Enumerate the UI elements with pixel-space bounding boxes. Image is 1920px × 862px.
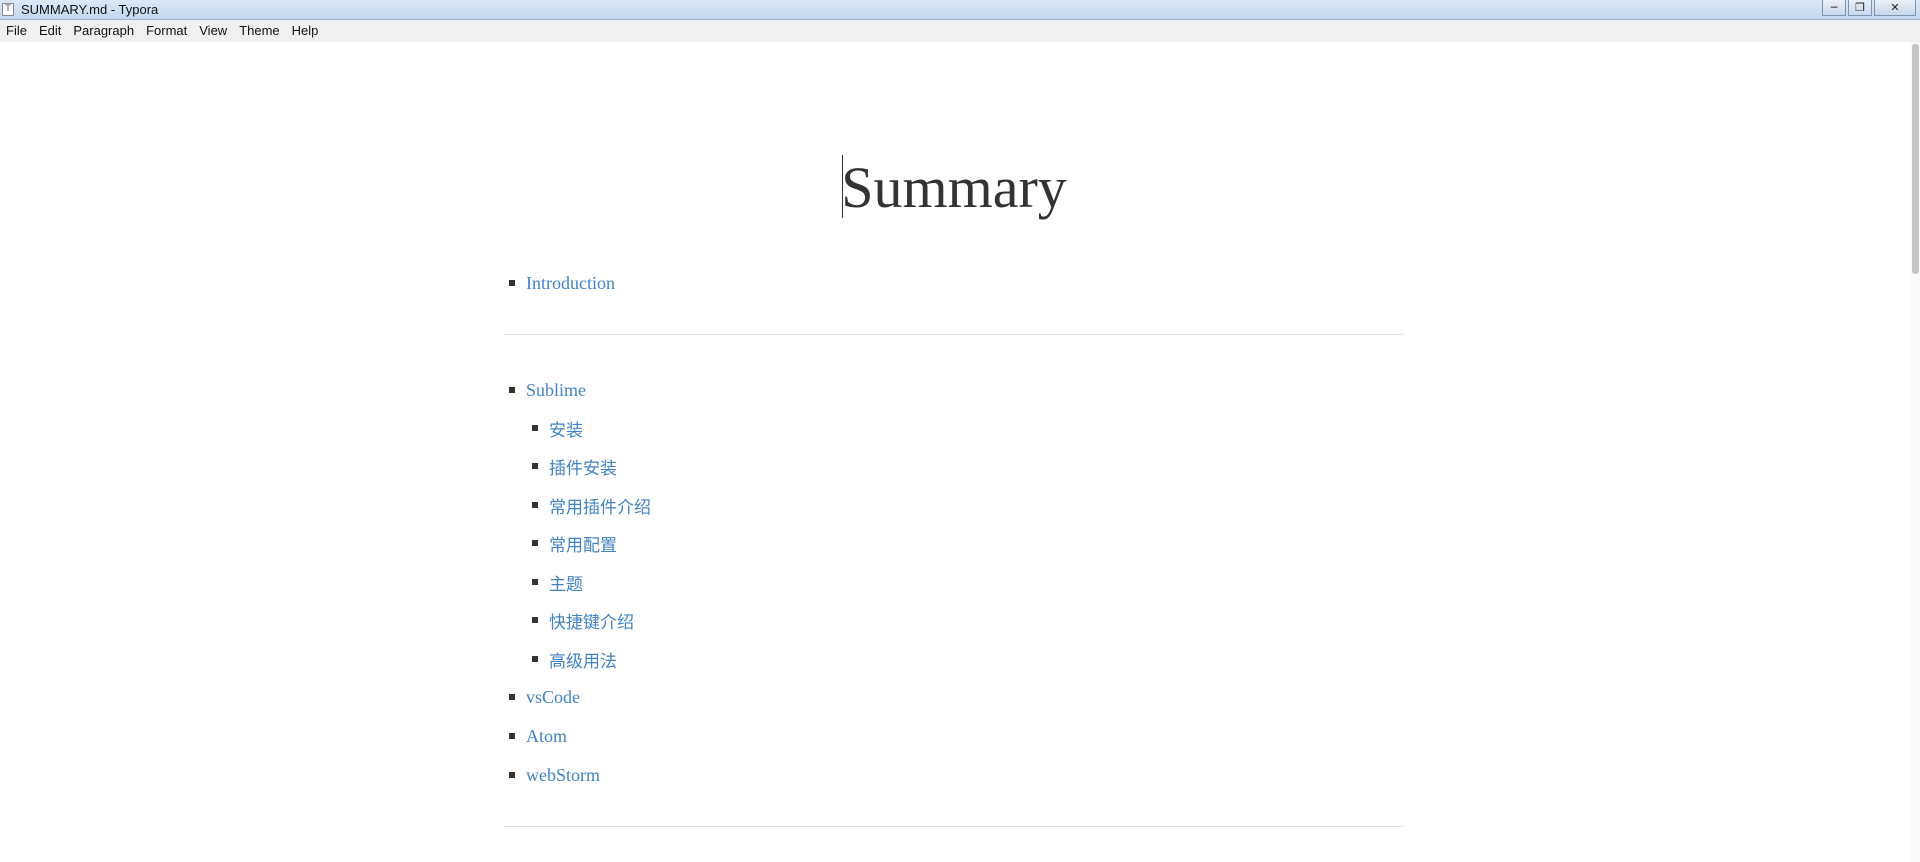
text-caret	[842, 155, 843, 218]
list-bullet	[532, 425, 538, 431]
menu-paragraph[interactable]: Paragraph	[67, 20, 140, 42]
horizontal-rule	[504, 334, 1404, 335]
list-item-theme: 主题	[532, 570, 583, 595]
link-atom[interactable]: Atom	[526, 726, 567, 747]
list-item-sublime: Sublime	[509, 378, 586, 402]
list-item-shortcuts: 快捷键介绍	[532, 608, 634, 633]
list-bullet	[509, 280, 515, 286]
scrollbar-thumb[interactable]	[1912, 44, 1919, 274]
window-title: SUMMARY.md - Typora	[21, 2, 159, 17]
link-vscode[interactable]: vsCode	[526, 687, 580, 708]
menu-format[interactable]: Format	[140, 20, 193, 42]
document-title[interactable]: Summary	[0, 148, 1908, 228]
link-install[interactable]: 安装	[549, 416, 583, 441]
menu-bar: File Edit Paragraph Format View Theme He…	[0, 20, 1920, 42]
link-webstorm[interactable]: webStorm	[526, 765, 600, 786]
list-item-common-plugins: 常用插件介绍	[532, 493, 651, 518]
list-item-vscode: vsCode	[509, 685, 580, 709]
link-shortcuts[interactable]: 快捷键介绍	[549, 608, 634, 633]
window-controls: ─ ❐ ✕	[1820, 0, 1916, 18]
list-bullet	[532, 502, 538, 508]
list-bullet	[532, 656, 538, 662]
menu-file[interactable]: File	[0, 20, 33, 42]
minimize-button[interactable]: ─	[1822, 0, 1846, 16]
horizontal-rule	[504, 826, 1404, 827]
link-common-plugins[interactable]: 常用插件介绍	[549, 493, 651, 518]
menu-view[interactable]: View	[193, 20, 233, 42]
link-advanced-usage[interactable]: 高级用法	[549, 647, 617, 672]
link-plugin-install[interactable]: 插件安装	[549, 454, 617, 479]
menu-theme[interactable]: Theme	[233, 20, 285, 42]
list-item-introduction: Introduction	[509, 271, 615, 295]
list-item-webstorm: webStorm	[509, 763, 600, 787]
typora-app-icon: T	[2, 3, 14, 16]
restore-button[interactable]: ❐	[1848, 0, 1872, 16]
list-bullet	[509, 387, 515, 393]
list-bullet	[532, 617, 538, 623]
list-bullet	[532, 579, 538, 585]
list-item-atom: Atom	[509, 724, 567, 748]
list-bullet	[509, 772, 515, 778]
list-item-plugin-install: 插件安装	[532, 454, 617, 479]
list-bullet	[532, 540, 538, 546]
list-item-advanced-usage: 高级用法	[532, 647, 617, 672]
list-item-install: 安装	[532, 416, 583, 441]
list-bullet	[509, 694, 515, 700]
window-titlebar[interactable]: T SUMMARY.md - Typora ─ ❐ ✕	[0, 0, 1920, 20]
link-common-config[interactable]: 常用配置	[549, 531, 617, 556]
close-button[interactable]: ✕	[1874, 0, 1916, 16]
list-item-common-config: 常用配置	[532, 531, 617, 556]
list-bullet	[509, 733, 515, 739]
link-sublime[interactable]: Sublime	[526, 380, 586, 401]
list-bullet	[532, 463, 538, 469]
menu-edit[interactable]: Edit	[33, 20, 67, 42]
menu-help[interactable]: Help	[286, 20, 325, 42]
link-introduction[interactable]: Introduction	[526, 273, 615, 294]
link-theme[interactable]: 主题	[549, 570, 583, 595]
